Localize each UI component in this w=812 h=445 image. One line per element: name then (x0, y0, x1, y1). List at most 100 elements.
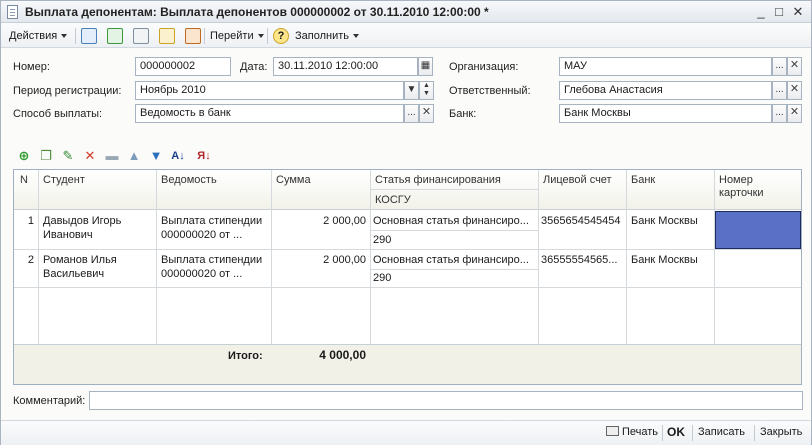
edit-row-icon[interactable]: ✎ (59, 147, 77, 165)
fill-menu-label: Заполнить (295, 30, 350, 42)
chevron-down-icon (61, 34, 68, 39)
number-label: Номер: (13, 61, 50, 73)
post-icon[interactable] (107, 28, 123, 44)
organization-clear-button[interactable]: ✕ (787, 57, 802, 76)
actions-menu[interactable]: Действия (9, 27, 68, 45)
responsible-field[interactable]: Глебова Анастасия (559, 81, 772, 100)
column-header-student[interactable]: Студент (43, 174, 85, 187)
column-header-account[interactable]: Лицевой счет (543, 174, 612, 187)
delete-row-icon[interactable]: ✕ (81, 147, 99, 165)
column-header-kosgu[interactable]: КОСГУ (375, 194, 411, 207)
printer-icon (606, 426, 619, 436)
table-command-bar: ⊕ ❐ ✎ ✕ ▬ ▲ ▼ A↓ Я↓ (15, 147, 235, 167)
bank-clear-button[interactable]: ✕ (787, 104, 802, 123)
add-row-icon[interactable]: ⊕ (15, 147, 33, 165)
bank-select-button[interactable]: ... (772, 104, 787, 123)
card-number-cell-selected[interactable] (715, 211, 801, 249)
title-bar: Выплата депонентам: Выплата депонентов 0… (1, 1, 811, 23)
date-field[interactable]: 30.11.2010 12:00:00 (273, 57, 418, 76)
unpost-icon[interactable] (133, 28, 149, 44)
student-name-line2: Иванович (43, 229, 93, 241)
document-icon (7, 5, 18, 19)
comment-label: Комментарий: (13, 395, 86, 407)
sort-ascending-icon[interactable]: A↓ (169, 147, 187, 165)
subrow-divider (371, 269, 538, 270)
statement-line1: Выплата стипендии (161, 215, 263, 227)
journal-entries-icon[interactable] (185, 28, 201, 44)
statement-line2: 000000020 от ... (161, 229, 243, 241)
header-divider (371, 189, 538, 190)
student-name-line2: Васильевич (43, 268, 105, 280)
bottom-separator (754, 425, 755, 441)
goto-menu[interactable]: Перейти (210, 27, 264, 45)
save-button[interactable]: Записать (698, 426, 745, 438)
account-value: 36555554565... (541, 254, 618, 266)
end-edit-icon[interactable]: ▬ (103, 147, 121, 165)
organization-field[interactable]: МАУ (559, 57, 772, 76)
column-header-sum[interactable]: Сумма (276, 174, 311, 187)
sum-value: 2 000,00 (323, 254, 366, 266)
row-divider (14, 287, 801, 288)
period-spinner[interactable]: ▲ ▼ (419, 81, 434, 100)
column-header-n[interactable]: N (20, 174, 28, 187)
organization-select-button[interactable]: ... (772, 57, 787, 76)
statement-line1: Выплата стипендии (161, 254, 263, 266)
maximize-button[interactable]: □ (771, 4, 787, 20)
sum-value: 2 000,00 (323, 215, 366, 227)
chevron-down-icon (257, 34, 264, 39)
copy-row-icon[interactable]: ❐ (37, 147, 55, 165)
goto-menu-label: Перейти (210, 30, 254, 42)
period-label: Период регистрации: (13, 85, 122, 97)
calendar-icon[interactable]: ▦ (418, 57, 433, 76)
minimize-button[interactable]: _ (753, 4, 769, 20)
column-header-card[interactable]: Номер карточки (719, 174, 779, 200)
window-title: Выплата депонентам: Выплата депонентов 0… (25, 5, 489, 19)
command-toolbar: Действия Перейти ? Заполнить (1, 24, 811, 48)
move-up-icon[interactable]: ▲ (125, 147, 143, 165)
sort-descending-icon[interactable]: Я↓ (195, 147, 213, 165)
statement-line2: 000000020 от ... (161, 268, 243, 280)
toolbar-separator (75, 28, 76, 44)
fill-menu[interactable]: Заполнить (295, 27, 360, 45)
help-icon[interactable]: ? (273, 28, 289, 44)
bottom-bar: Печать OK Записать Закрыть (1, 420, 811, 445)
bank-label: Банк: (449, 108, 477, 120)
bank-field[interactable]: Банк Москвы (559, 104, 772, 123)
row-number: 2 (27, 254, 34, 266)
student-name-line1: Романов Илья (43, 254, 117, 266)
chevron-down-icon[interactable]: ▼ (404, 81, 419, 100)
toolbar-separator (267, 28, 268, 44)
responsible-select-button[interactable]: ... (772, 81, 787, 100)
column-header-statement[interactable]: Ведомость (161, 174, 217, 187)
fin-article-value: Основная статья финансиро... (373, 215, 529, 227)
kosgu-value: 290 (373, 272, 392, 284)
payment-method-select-button[interactable]: ... (404, 104, 419, 123)
toolbar-separator (204, 28, 205, 44)
post-and-close-icon[interactable] (81, 28, 97, 44)
print-button[interactable]: Печать (606, 426, 658, 438)
table-footer: Итого: 4 000,00 (14, 344, 801, 384)
organization-label: Организация: (449, 61, 519, 73)
chevron-down-icon (353, 34, 360, 39)
bank-value: Банк Москвы (631, 254, 698, 266)
responsible-clear-button[interactable]: ✕ (787, 81, 802, 100)
row-divider (14, 249, 801, 250)
payments-table: N Студент Ведомость Сумма Статья финанси… (13, 169, 802, 385)
create-based-on-icon[interactable] (159, 28, 175, 44)
responsible-label: Ответственный: (449, 85, 531, 97)
column-header-fin-article[interactable]: Статья финансирования (375, 174, 501, 187)
bank-value: Банк Москвы (631, 215, 698, 227)
date-label: Дата: (240, 61, 268, 73)
ok-button[interactable]: OK (667, 425, 685, 439)
print-button-label: Печать (622, 426, 659, 438)
period-field[interactable]: Ноябрь 2010 (135, 81, 404, 100)
column-header-bank[interactable]: Банк (631, 174, 655, 187)
payment-method-clear-button[interactable]: ✕ (419, 104, 434, 123)
comment-field[interactable] (89, 391, 803, 410)
close-button[interactable]: Закрыть (760, 426, 802, 438)
number-field[interactable]: 000000002 (135, 57, 231, 76)
payment-method-field[interactable]: Ведомость в банк (135, 104, 404, 123)
total-label: Итого: (228, 350, 263, 362)
move-down-icon[interactable]: ▼ (147, 147, 165, 165)
close-window-button[interactable]: ✕ (790, 4, 806, 20)
